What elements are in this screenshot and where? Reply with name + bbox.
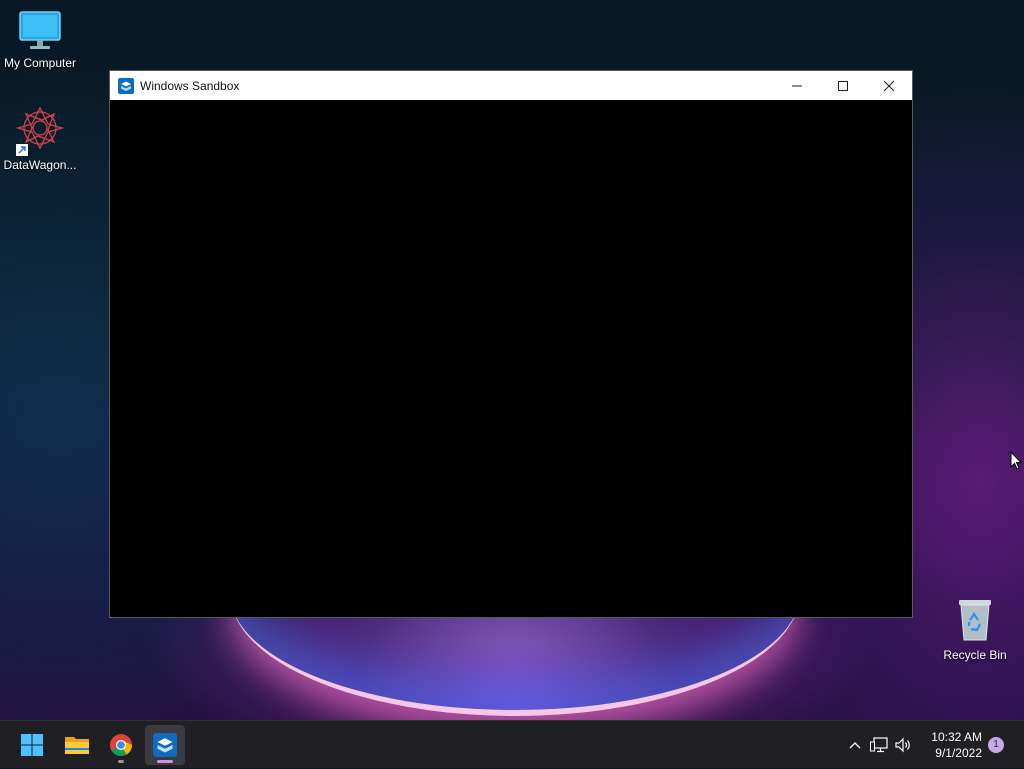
clock-time: 10:32 AM — [931, 730, 982, 744]
desktop-icon-label: Recycle Bin — [943, 648, 1007, 662]
recycle-bin-icon — [955, 596, 995, 644]
taskbar-start-button[interactable] — [12, 725, 52, 765]
network-button[interactable] — [866, 737, 892, 753]
chevron-up-icon — [849, 742, 861, 749]
minimize-button[interactable] — [774, 71, 820, 100]
folder-icon — [65, 737, 89, 754]
desktop-icon-label: DataWagon... — [3, 158, 77, 172]
close-icon — [883, 80, 895, 91]
maximize-button[interactable] — [820, 71, 866, 100]
window-controls — [774, 71, 912, 100]
desktop-icon-my-computer[interactable]: My Computer — [0, 10, 80, 70]
notification-badge[interactable]: 1 — [988, 737, 1004, 753]
desktop-icon-recycle-bin[interactable]: Recycle Bin — [935, 596, 1015, 662]
windows-start-icon — [21, 734, 43, 756]
minimize-icon — [792, 85, 802, 86]
shortcut-arrow-icon — [16, 144, 28, 156]
system-tray — [844, 721, 916, 769]
active-indicator — [157, 760, 173, 763]
desktop-icon-label: My Computer — [3, 56, 77, 70]
taskbar-chrome-button[interactable] — [101, 725, 141, 765]
taskbar-file-explorer-button[interactable] — [57, 725, 97, 765]
running-indicator — [118, 760, 124, 763]
clock-date: 9/1/2022 — [935, 746, 982, 760]
window-titlebar[interactable]: Windows Sandbox — [110, 71, 912, 100]
sandbox-icon — [153, 733, 177, 757]
clock[interactable]: 10:32 AM 9/1/2022 — [931, 729, 982, 761]
taskbar-sandbox-button[interactable] — [145, 725, 185, 765]
show-hidden-icons-button[interactable] — [844, 741, 866, 749]
taskbar: 10:32 AM 9/1/2022 1 — [0, 720, 1024, 768]
volume-icon — [895, 737, 910, 753]
volume-button[interactable] — [892, 737, 916, 753]
sandbox-display-area[interactable] — [110, 100, 912, 617]
desktop-icon-datawagon[interactable]: DataWagon... — [0, 106, 80, 172]
monitor-icon — [18, 10, 62, 52]
maximize-icon — [838, 80, 848, 91]
mouse-cursor-icon — [1010, 451, 1022, 470]
network-icon — [870, 737, 888, 753]
chrome-icon — [110, 734, 132, 756]
window-title: Windows Sandbox — [140, 78, 240, 93]
close-button[interactable] — [866, 71, 912, 100]
sandbox-icon — [118, 77, 134, 94]
datawagon-app-icon — [15, 106, 65, 156]
sandbox-window[interactable]: Windows Sandbox — [109, 70, 913, 618]
